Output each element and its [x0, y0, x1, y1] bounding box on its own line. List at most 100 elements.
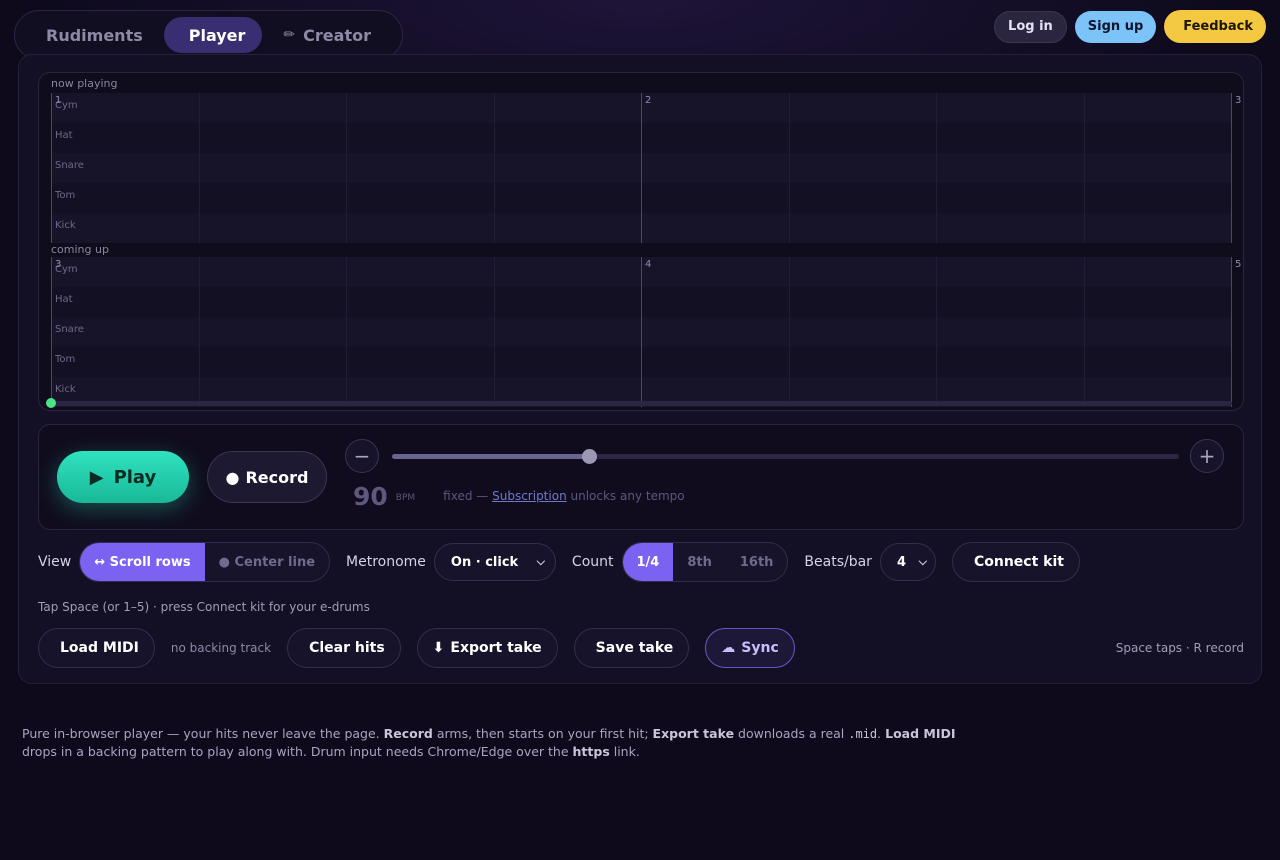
count-toggle: 1/4 8th 16th — [621, 542, 789, 582]
footer-text: . — [877, 726, 886, 741]
beat-line — [936, 93, 937, 243]
play-button[interactable]: ▶ Play — [57, 451, 189, 503]
options-row: View ↔ Scroll rows ● Center line Metrono… — [38, 542, 1080, 582]
save-take-label: Save take — [595, 640, 674, 656]
footer-text: Pure in-browser player — your hits never… — [22, 726, 384, 741]
drum-grid: now playing Cym Hat Snare Tom Kick 1 2 3 coming… — [38, 72, 1244, 411]
feedback-button[interactable]: Feedback — [1164, 10, 1266, 43]
count-sixteenth[interactable]: 16th — [726, 543, 788, 581]
cloud-icon: ☁ — [721, 640, 736, 656]
view-scroll-rows[interactable]: ↔ Scroll rows — [80, 543, 205, 581]
beats-per-bar-select[interactable]: 4 ⌵ — [879, 543, 936, 581]
count-eighth[interactable]: 8th — [673, 543, 726, 581]
sync-label: Sync — [741, 640, 779, 656]
count-label: Count — [571, 554, 614, 570]
tempo-increase-button[interactable]: + — [1190, 439, 1224, 473]
now-playing-label: now playing — [51, 77, 118, 90]
record-icon: ● — [225, 467, 240, 487]
record-label: Record — [245, 467, 309, 487]
keyboard-shortcuts-hint: Space taps · R record — [1115, 641, 1244, 655]
footer-strong: https — [572, 744, 610, 759]
tab-label: Player — [188, 25, 246, 45]
beat-line — [789, 93, 790, 243]
metronome-select[interactable]: On · click ⌵ — [433, 543, 556, 581]
transport-bar: ▶ Play ● Record − + 90 BPM fixed — Subsc… — [38, 424, 1244, 530]
tempo-slider[interactable] — [392, 449, 1179, 464]
play-label: Play — [113, 466, 157, 488]
beats-per-bar-value: 4 — [896, 554, 906, 570]
actions-row: Load MIDI no backing track Clear hits ⬇ … — [38, 628, 1244, 668]
sync-button[interactable]: ☁ Sync — [705, 628, 795, 668]
login-button[interactable]: Log in — [994, 10, 1067, 43]
beat-line — [936, 257, 937, 407]
progress-track[interactable] — [51, 401, 1232, 406]
tempo-note: fixed — Subscription unlocks any tempo — [443, 489, 684, 503]
beat-line — [199, 93, 200, 243]
clear-hits-label: Clear hits — [309, 640, 385, 656]
bar-number: 4 — [645, 259, 652, 270]
chevron-down-icon: ⌵ — [536, 555, 545, 568]
coming-up-grid[interactable]: Cym Hat Snare Tom Kick 3 4 5 — [51, 257, 1241, 407]
footer-description: Pure in-browser player — your hits never… — [22, 725, 982, 761]
footer-text: downloads a real — [734, 726, 849, 741]
load-midi-label: Load MIDI — [60, 640, 139, 656]
tempo-note-suffix: unlocks any tempo — [570, 489, 685, 503]
feedback-label: Feedback — [1183, 19, 1253, 34]
bar-number: 3 — [1235, 95, 1242, 106]
backing-track-status: no backing track — [170, 641, 272, 655]
tempo-note-prefix: fixed — — [443, 489, 489, 503]
clear-hits-button[interactable]: Clear hits — [287, 628, 401, 668]
beats-per-bar-label: Beats/bar — [804, 554, 872, 570]
auth-bar: Log in Sign up Feedback — [994, 10, 1266, 43]
beat-line — [494, 93, 495, 243]
input-hint: Tap Space (or 1–5) · press Connect kit f… — [38, 600, 370, 614]
player-panel: now playing Cym Hat Snare Tom Kick 1 2 3 coming… — [18, 54, 1262, 684]
tab-creator[interactable]: ✏ Creator — [266, 17, 388, 53]
export-take-label: Export take — [450, 640, 542, 656]
load-midi-button[interactable]: Load MIDI — [38, 628, 155, 668]
record-button[interactable]: ● Record — [207, 451, 327, 503]
tempo-decrease-button[interactable]: − — [345, 439, 379, 473]
footer-strong: Record — [383, 726, 433, 741]
footer-strong: Export take — [652, 726, 735, 741]
play-icon: ▶ — [89, 466, 104, 488]
footer-code: .mid — [848, 727, 878, 741]
bar-line — [641, 257, 642, 407]
beat-line — [494, 257, 495, 407]
beat-line — [1084, 257, 1085, 407]
pencil-icon: ✏ — [283, 27, 296, 43]
now-playing-grid[interactable]: Cym Hat Snare Tom Kick 1 2 3 — [51, 93, 1241, 243]
view-toggle: ↔ Scroll rows ● Center line — [79, 542, 331, 582]
metronome-label: Metronome — [346, 554, 426, 570]
footer-text: link. — [609, 744, 640, 759]
view-center-line[interactable]: ● Center line — [205, 543, 329, 581]
beat-line — [1084, 93, 1085, 243]
footer-strong: Load MIDI — [885, 726, 956, 741]
subscription-link[interactable]: Subscription — [492, 489, 567, 503]
connect-kit-button[interactable]: Connect kit — [951, 542, 1080, 582]
bpm-value: 90 — [353, 481, 388, 511]
signup-button[interactable]: Sign up — [1074, 10, 1157, 43]
beat-line — [199, 257, 200, 407]
tab-rudiments[interactable]: Rudiments — [21, 17, 160, 53]
beat-line — [346, 257, 347, 407]
count-quarter[interactable]: 1/4 — [622, 543, 674, 581]
bar-number: 5 — [1235, 259, 1242, 270]
connect-kit-label: Connect kit — [973, 554, 1064, 570]
mode-tabs: Rudiments Player ✏ Creator — [14, 10, 403, 60]
bar-line — [51, 93, 52, 243]
footer-text: arms, then starts on your first hit; — [432, 726, 653, 741]
tempo-readout: 90 BPM fixed — Subscription unlocks any … — [345, 481, 685, 511]
tab-label: Rudiments — [46, 25, 143, 45]
coming-up-label: coming up — [51, 243, 109, 256]
export-take-button[interactable]: ⬇ Export take — [416, 628, 558, 668]
view-label: View — [38, 554, 72, 570]
beat-line — [789, 257, 790, 407]
bpm-unit: BPM — [395, 493, 416, 503]
bar-line — [51, 257, 52, 407]
tab-player[interactable]: Player — [163, 17, 263, 53]
bar-line — [1231, 257, 1232, 407]
tempo-slider-thumb[interactable] — [581, 449, 597, 464]
save-take-button[interactable]: Save take — [573, 628, 690, 668]
bar-line — [1231, 93, 1232, 243]
